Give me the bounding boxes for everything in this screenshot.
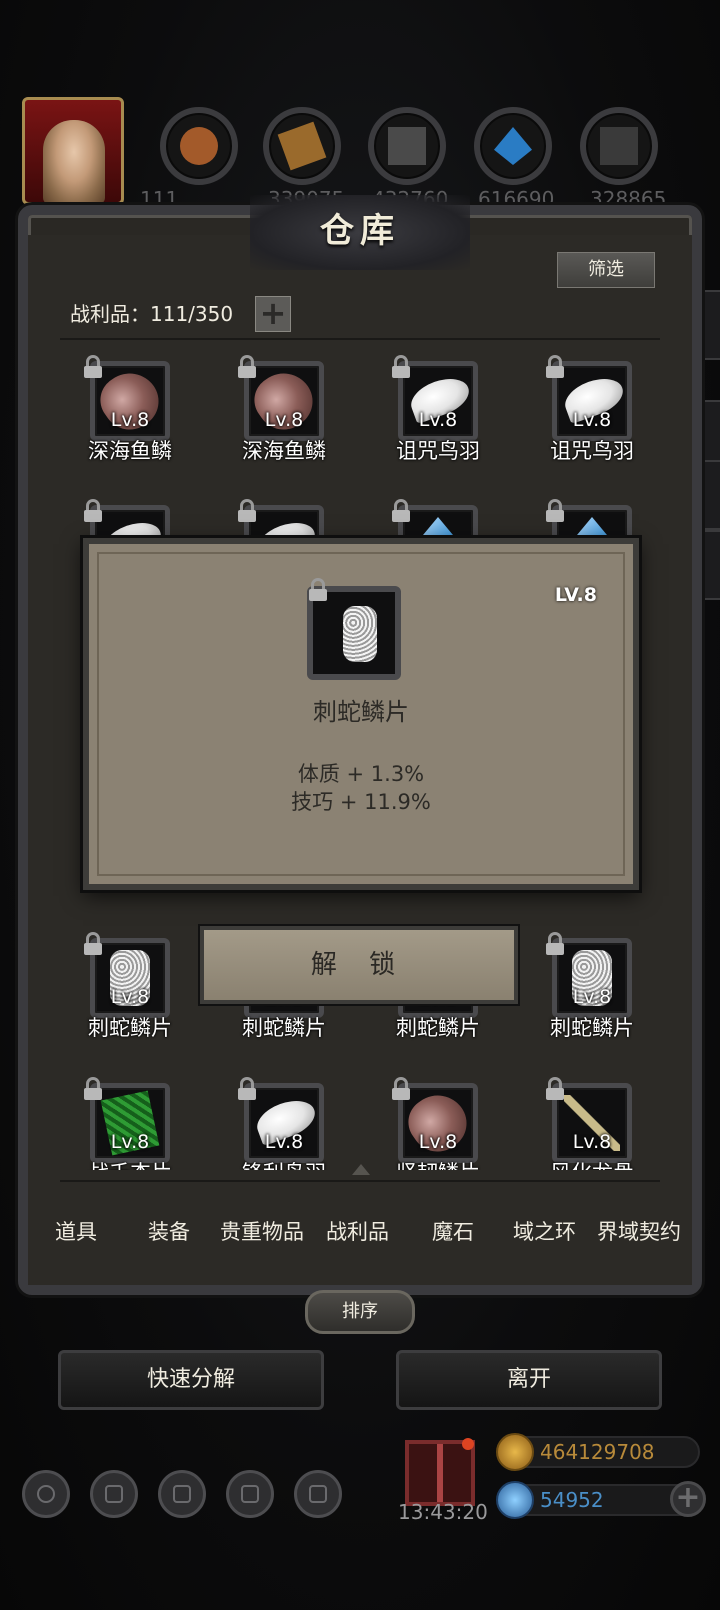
item-name: 刺蛇鳞片	[242, 1016, 326, 1040]
window-title: 仓库	[320, 211, 400, 251]
player-avatar[interactable]	[22, 97, 124, 205]
side-tab-3[interactable]	[702, 460, 720, 530]
gem-amount: 54952	[540, 1488, 604, 1512]
notification-dot	[462, 1438, 474, 1450]
tab-magic-stone[interactable]: 魔石	[432, 1216, 474, 1246]
lock-icon	[392, 499, 410, 522]
lock-icon	[84, 499, 102, 522]
gold-amount: 464129708	[540, 1440, 655, 1464]
bag-icon[interactable]	[158, 1470, 206, 1518]
settings-icon[interactable]	[22, 1470, 70, 1518]
popup-stat-skill: 技巧 + 11.9%	[291, 790, 431, 814]
item-detail-popup: LV.8 刺蛇鳞片 体质 + 1.3% 技巧 + 11.9%	[83, 538, 639, 890]
lock-icon	[84, 355, 102, 378]
lock-icon	[238, 1077, 256, 1100]
clock-label: 13:43:20	[398, 1500, 488, 1524]
popup-item-name: 刺蛇鳞片	[313, 698, 409, 726]
filter-button[interactable]: 筛选	[557, 252, 655, 288]
lock-icon	[546, 932, 564, 955]
star-icon[interactable]	[90, 1470, 138, 1518]
item-cell[interactable]: Lv.8 锋利鸟羽	[224, 1077, 344, 1170]
item-cell[interactable]: Lv.8 坚韧鳞片	[378, 1077, 498, 1170]
divider	[60, 338, 660, 340]
lock-icon	[392, 355, 410, 378]
add-currency-button[interactable]: +	[670, 1481, 706, 1517]
item-level: Lv.8	[572, 409, 612, 431]
list-bottom-divider	[60, 1180, 660, 1182]
lock-icon	[309, 578, 327, 601]
tab-domain-contract[interactable]: 界域契约	[597, 1216, 681, 1246]
item-name: 诅咒鸟羽	[396, 439, 480, 463]
resource-stone-icon[interactable]	[368, 107, 446, 185]
item-row-clip: Lv.8 战千杰片 Lv.8 锋利鸟羽 Lv.8 坚韧鳞片 Lv.8 风化龙骨	[60, 1075, 660, 1170]
popup-stat-constitution: 体质 + 1.3%	[297, 762, 425, 786]
item-name: 深海鱼鳞	[242, 439, 326, 463]
gift-icon[interactable]	[405, 1440, 475, 1506]
item-level: Lv.8	[572, 986, 612, 1008]
scale-mesh-item-icon	[343, 606, 377, 662]
tab-valuables[interactable]: 贵重物品	[220, 1216, 304, 1246]
item-cell[interactable]: Lv.8 风化龙骨	[532, 1077, 652, 1170]
quick-decompose-button[interactable]: 快速分解	[58, 1350, 324, 1410]
lock-icon	[238, 355, 256, 378]
item-name: 刺蛇鳞片	[88, 1016, 172, 1040]
item-level: Lv.8	[110, 1131, 150, 1153]
item-name: 刺蛇鳞片	[396, 1016, 480, 1040]
item-level: Lv.8	[418, 409, 458, 431]
item-level: Lv.8	[110, 986, 150, 1008]
item-cell[interactable]: Lv.8 刺蛇鳞片	[70, 932, 190, 1048]
item-level: Lv.8	[110, 409, 150, 431]
lock-icon	[84, 1077, 102, 1100]
tab-domain-ring[interactable]: 域之环	[513, 1216, 576, 1246]
gold-coin-icon	[496, 1433, 534, 1471]
resource-crystal-icon[interactable]	[474, 107, 552, 185]
tab-items[interactable]: 道具	[55, 1216, 97, 1246]
capacity-label: 战利品：111/350	[70, 302, 234, 326]
item-name: 战千杰片	[60, 1157, 200, 1170]
lock-icon	[84, 932, 102, 955]
item-level: Lv.8	[264, 1131, 304, 1153]
tab-equipment[interactable]: 装备	[148, 1216, 190, 1246]
map-icon[interactable]	[294, 1470, 342, 1518]
item-cell[interactable]: Lv.8 刺蛇鳞片	[532, 932, 652, 1048]
unlock-button[interactable]: 解 锁	[200, 926, 518, 1004]
side-tab-1[interactable]	[702, 290, 720, 360]
item-name: 锋利鸟羽	[214, 1157, 354, 1170]
item-cell[interactable]: Lv.8 战千杰片	[70, 1077, 190, 1170]
resource-wood-icon[interactable]	[263, 107, 341, 185]
category-tabs: 道具 装备 贵重物品 战利品 魔石 域之环 界域契约	[45, 1216, 690, 1256]
sort-button[interactable]: 排序	[305, 1290, 415, 1334]
scroll-up-caret-icon[interactable]	[352, 1164, 370, 1175]
item-name: 风化龙骨	[522, 1157, 660, 1170]
lock-icon	[546, 1077, 564, 1100]
item-level: Lv.8	[418, 1131, 458, 1153]
item-name: 诅咒鸟羽	[550, 439, 634, 463]
item-cell[interactable]: Lv.8 深海鱼鳞	[224, 355, 344, 471]
resource-iron-icon[interactable]	[580, 107, 658, 185]
item-level: Lv.8	[572, 1131, 612, 1153]
item-name: 坚韧鳞片	[368, 1157, 508, 1170]
item-cell[interactable]: Lv.8 深海鱼鳞	[70, 355, 190, 471]
lock-icon	[546, 355, 564, 378]
lock-icon	[392, 1077, 410, 1100]
side-tab-4[interactable]	[702, 530, 720, 600]
lock-icon	[238, 499, 256, 522]
leave-button[interactable]: 离开	[396, 1350, 662, 1410]
item-cell[interactable]: Lv.8 诅咒鸟羽	[532, 355, 652, 471]
mail-icon[interactable]	[226, 1470, 274, 1518]
resource-orange-icon[interactable]	[160, 107, 238, 185]
popup-item-level: LV.8	[554, 584, 597, 606]
item-cell[interactable]: Lv.8 诅咒鸟羽	[378, 355, 498, 471]
item-name: 刺蛇鳞片	[550, 1016, 634, 1040]
expand-capacity-button[interactable]: +	[255, 296, 291, 332]
item-name: 深海鱼鳞	[88, 439, 172, 463]
lock-icon	[546, 499, 564, 522]
gem-icon	[496, 1481, 534, 1519]
item-level: Lv.8	[264, 409, 304, 431]
tab-loot[interactable]: 战利品	[326, 1216, 389, 1246]
